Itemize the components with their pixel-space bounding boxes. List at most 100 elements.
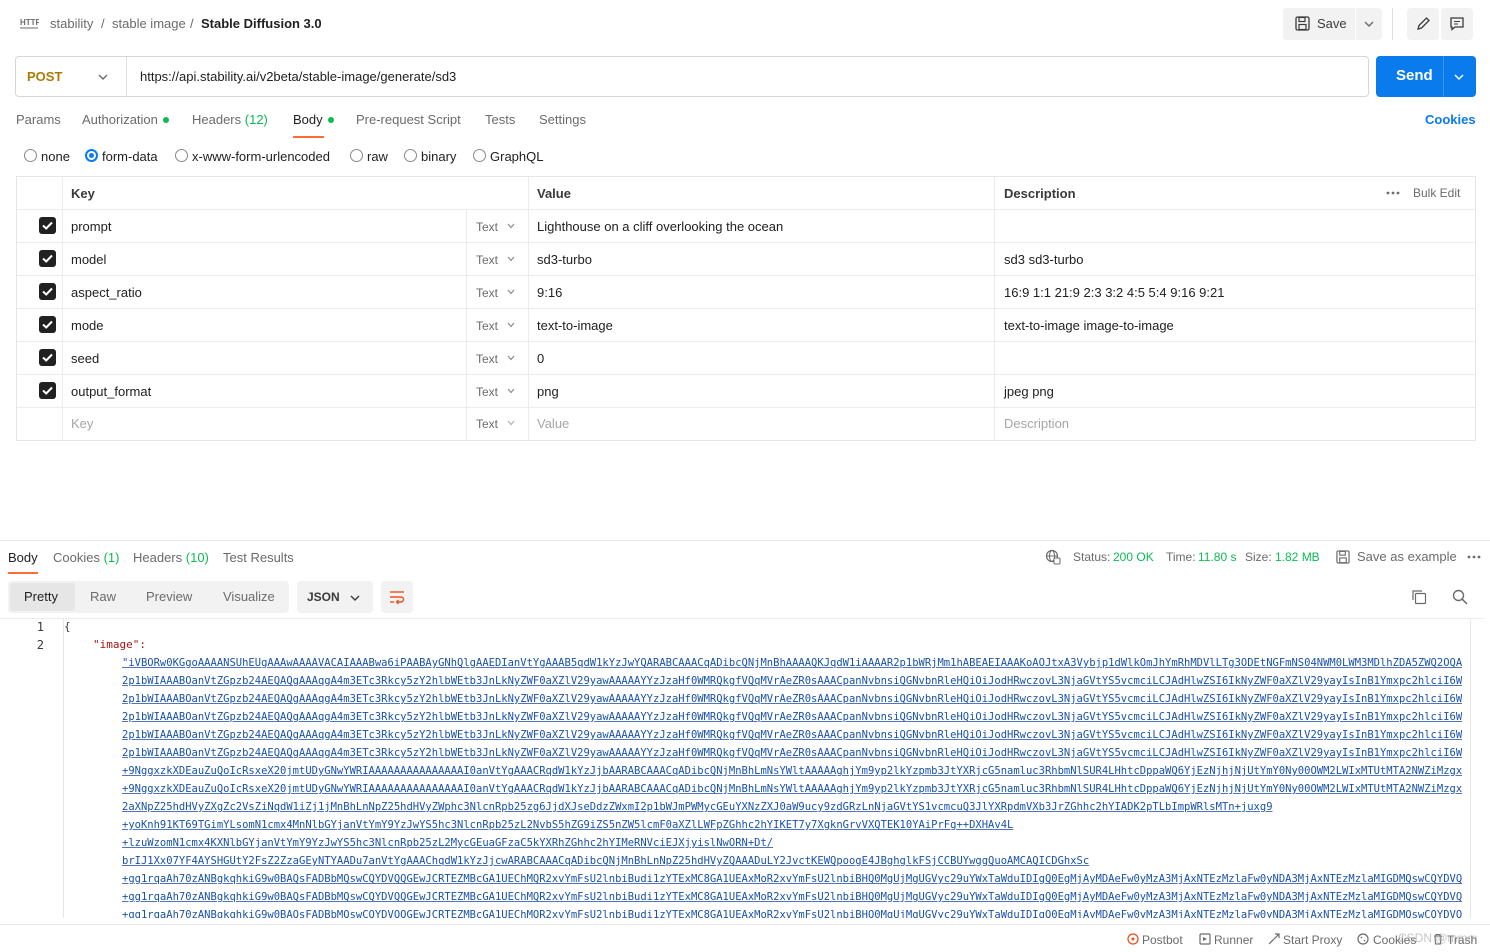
param-key[interactable]: aspect_ratio <box>71 285 142 300</box>
row-checkbox[interactable] <box>39 217 56 234</box>
tab-params[interactable]: Params <box>16 112 61 127</box>
status-value[interactable]: 200 OK <box>1113 550 1154 564</box>
copy-icon[interactable] <box>1411 589 1427 605</box>
param-value[interactable]: 9:16 <box>537 285 562 300</box>
new-value-input[interactable]: Value <box>537 416 569 431</box>
row-checkbox[interactable] <box>39 349 56 366</box>
row-checkbox[interactable] <box>39 250 56 267</box>
row-checkbox[interactable] <box>39 283 56 300</box>
response-tab-body[interactable]: Body <box>8 550 38 565</box>
json-value-line[interactable]: 2p1bWIAAABOanVtZGpzb24AEQAQgAAAqgA4m3ETc… <box>122 690 1462 708</box>
breadcrumb-collection[interactable]: stability <box>50 16 93 31</box>
send-button[interactable]: Send <box>1376 56 1476 97</box>
json-value-line[interactable]: +lzuWzomN1cmx4KXNlbGYjanVtYmY9YzJwYS5hc3… <box>122 834 1462 852</box>
wrap-lines-button[interactable] <box>381 581 413 613</box>
edit-button[interactable] <box>1407 8 1439 40</box>
tab-settings[interactable]: Settings <box>539 112 586 127</box>
more-options-icon[interactable] <box>1386 191 1400 195</box>
tab-pre-request-script[interactable]: Pre-request Script <box>356 112 461 127</box>
chevron-down-icon[interactable] <box>507 289 515 295</box>
json-value-line[interactable]: 2aXNpZ25hdHVyZXgZc2VsZiNqdW1iZj1jMnBhLnN… <box>122 798 1462 816</box>
time-value[interactable]: 11.80 s <box>1198 550 1236 564</box>
radio-x-www-form-urlencoded[interactable] <box>175 149 188 162</box>
network-globe-icon[interactable] <box>1045 549 1061 565</box>
param-description[interactable]: 16:9 1:1 21:9 2:3 3:2 4:5 5:4 9:16 9:21 <box>1004 285 1224 300</box>
json-value-line[interactable]: 2p1bWIAAABOanVtZGpzb24AEQAQgAAAqgA4m3ETc… <box>122 744 1462 762</box>
radio-graphql[interactable] <box>473 149 486 162</box>
size-value[interactable]: 1.82 MB <box>1275 550 1320 564</box>
format-select[interactable]: JSON <box>297 581 373 613</box>
start-proxy-button[interactable]: Start Proxy <box>1283 933 1342 947</box>
chevron-down-icon[interactable] <box>1364 20 1374 28</box>
bulk-edit-button[interactable]: Bulk Edit <box>1413 186 1460 200</box>
new-description-input[interactable]: Description <box>1004 416 1069 431</box>
json-value-line[interactable]: +9NggxzkXDEauZuQoIcRsxeX20jmtUDyGNwYWRIA… <box>122 762 1462 780</box>
comments-button[interactable] <box>1441 8 1473 40</box>
param-description[interactable]: jpeg png <box>1004 384 1054 399</box>
chevron-down-icon[interactable] <box>507 223 515 229</box>
tab-authorization[interactable]: Authorization <box>82 112 169 127</box>
param-value[interactable]: 0 <box>537 351 544 366</box>
param-value[interactable]: Lighthouse on a cliff overlooking the oc… <box>537 219 783 234</box>
json-value-line[interactable]: brIJ1Xx07YF4AYSHGUtY2FsZ2ZzaGEyNTYAADu7a… <box>122 852 1462 870</box>
response-body-editor[interactable]: 1 2 { "image": "iVBORw0KGgoAAAANSUhEUgAA… <box>0 618 1484 918</box>
row-checkbox[interactable] <box>39 382 56 399</box>
param-type-select[interactable]: Text <box>476 220 498 234</box>
param-key[interactable]: prompt <box>71 219 111 234</box>
page-title[interactable]: Stable Diffusion 3.0 <box>201 16 322 31</box>
more-options-icon[interactable] <box>1467 555 1481 559</box>
cookies-link[interactable]: Cookies <box>1425 112 1476 127</box>
save-button[interactable]: Save <box>1283 8 1382 40</box>
param-key[interactable]: mode <box>71 318 104 333</box>
param-type-select[interactable]: Text <box>476 286 498 300</box>
search-icon[interactable] <box>1452 589 1468 605</box>
param-type-select[interactable]: Text <box>476 319 498 333</box>
radio-raw[interactable] <box>350 149 363 162</box>
view-preview[interactable]: Preview <box>146 589 192 604</box>
param-key[interactable]: output_format <box>71 384 151 399</box>
tab-headers[interactable]: Headers (12) <box>192 112 268 127</box>
chevron-down-icon[interactable] <box>507 388 515 394</box>
breadcrumb-folder[interactable]: stable image <box>112 16 186 31</box>
chevron-down-icon[interactable] <box>507 420 515 426</box>
json-value-line[interactable]: +gg1rqaAh70zANBgkqhkiG9w0BAQsFADBbMQswCQ… <box>122 906 1462 918</box>
param-value[interactable]: sd3-turbo <box>537 252 592 267</box>
radio-form-data[interactable] <box>85 149 98 162</box>
chevron-down-icon[interactable] <box>507 322 515 328</box>
param-type-select[interactable]: Text <box>476 385 498 399</box>
view-pretty[interactable]: Pretty <box>24 589 58 604</box>
json-value-line[interactable]: 2p1bWIAAABOanVtZGpzb24AEQAQgAAAqgA4m3ETc… <box>122 672 1462 690</box>
json-value-line[interactable]: 2p1bWIAAABOanVtZGpzb24AEQAQgAAAqgA4m3ETc… <box>122 708 1462 726</box>
chevron-down-icon[interactable] <box>98 73 108 81</box>
url-input[interactable]: https://api.stability.ai/v2beta/stable-i… <box>140 69 456 84</box>
json-value-line[interactable]: 2p1bWIAAABOanVtZGpzb24AEQAQgAAAqgA4m3ETc… <box>122 726 1462 744</box>
json-value-line[interactable]: +9NggxzkXDEauZuQoIcRsxeX20jmtUDyGNwYWRIA… <box>122 780 1462 798</box>
tab-tests[interactable]: Tests <box>485 112 515 127</box>
param-value[interactable]: text-to-image <box>537 318 613 333</box>
json-value-line[interactable]: +yoKnh91KT69TGimYLsomN1cmx4MnNlbGYjanVtY… <box>122 816 1462 834</box>
radio-binary[interactable] <box>404 149 417 162</box>
param-description[interactable]: sd3 sd3-turbo <box>1004 252 1084 267</box>
runner-button[interactable]: Runner <box>1214 933 1253 947</box>
tab-body[interactable]: Body <box>293 112 334 127</box>
param-type-select[interactable]: Text <box>476 253 498 267</box>
postbot-button[interactable]: Postbot <box>1142 933 1183 947</box>
view-raw[interactable]: Raw <box>90 589 116 604</box>
vertical-scrollbar[interactable] <box>1470 618 1484 918</box>
json-value-line[interactable]: "iVBORw0KGgoAAAANSUhEUgAAAwAAAAVACAIAAAB… <box>122 654 1462 672</box>
chevron-down-icon[interactable] <box>507 256 515 262</box>
response-tab-test-results[interactable]: Test Results <box>223 550 294 565</box>
save-as-example-button[interactable]: Save as example <box>1357 549 1457 564</box>
chevron-down-icon[interactable] <box>507 355 515 361</box>
chevron-down-icon[interactable] <box>1454 73 1464 81</box>
json-value-line[interactable]: +gg1rqaAh70zANBgkqhkiG9w0BAQsFADBbMQswCQ… <box>122 888 1462 906</box>
view-visualize[interactable]: Visualize <box>223 589 275 604</box>
new-type-select[interactable]: Text <box>476 417 498 431</box>
new-key-input[interactable]: Key <box>71 416 93 431</box>
param-key[interactable]: seed <box>71 351 99 366</box>
param-key[interactable]: model <box>71 252 106 267</box>
response-tab-headers[interactable]: Headers (10) <box>133 550 209 565</box>
response-tab-cookies[interactable]: Cookies (1) <box>53 550 119 565</box>
json-value-line[interactable]: +gg1rqaAh70zANBgkqhkiG9w0BAQsFADBbMQswCQ… <box>122 870 1462 888</box>
radio-none[interactable] <box>24 149 37 162</box>
